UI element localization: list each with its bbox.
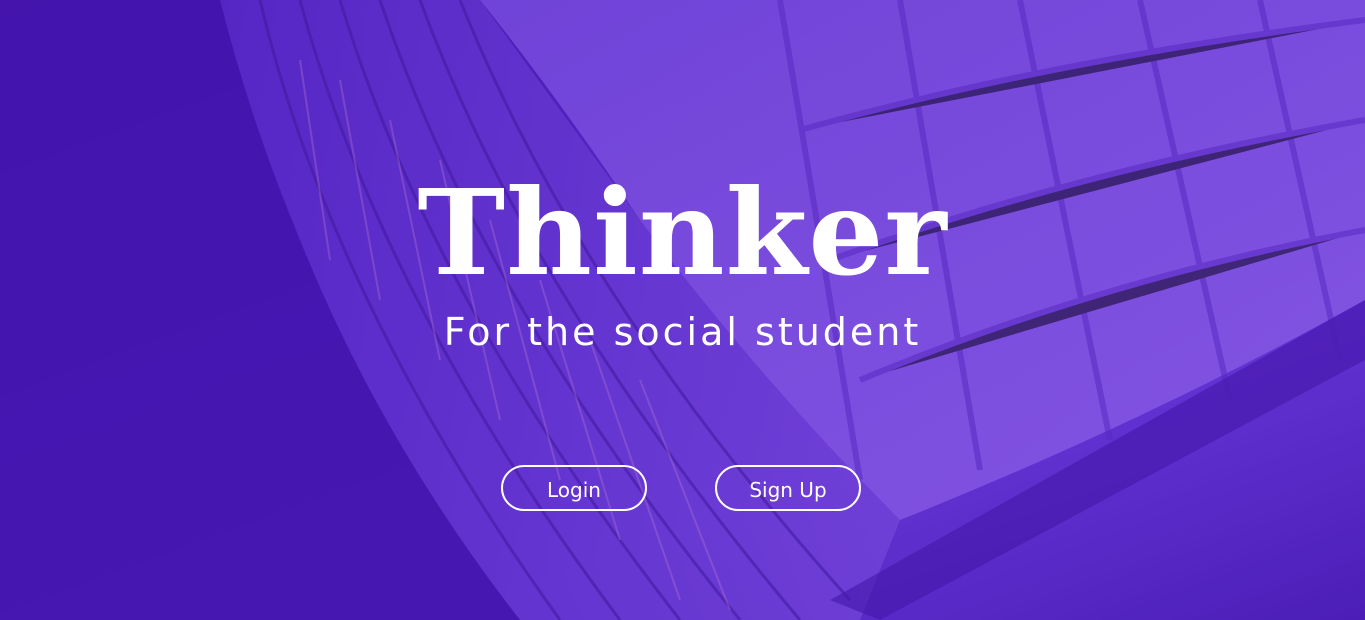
login-button[interactable]: Login	[501, 465, 647, 511]
app-title: Thinker	[417, 163, 948, 302]
hero-content: Thinker For the social student Login Sig…	[0, 0, 1365, 620]
app-tagline: For the social student	[443, 310, 922, 354]
hero-section: Thinker For the social student Login Sig…	[0, 0, 1365, 620]
sign-up-button[interactable]: Sign Up	[715, 465, 861, 511]
